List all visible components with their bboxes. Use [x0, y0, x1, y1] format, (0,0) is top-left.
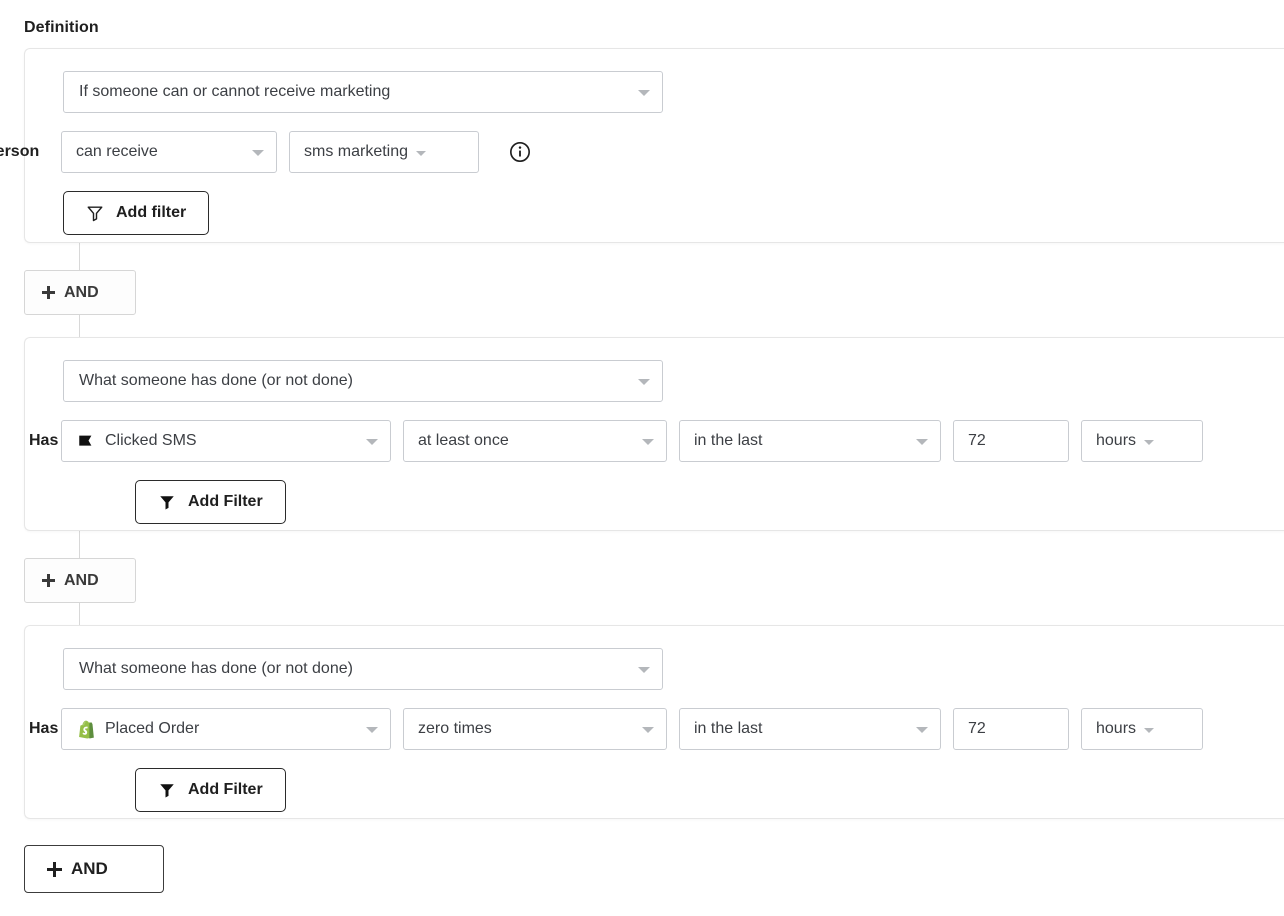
- chevron-down-icon: [916, 439, 928, 445]
- condition-block-marketing: If someone can or cannot receive marketi…: [0, 48, 1284, 243]
- duration-amount-value-2: 72: [968, 432, 986, 449]
- duration-unit-select-2[interactable]: hours: [1081, 420, 1203, 462]
- funnel-solid-icon: [160, 496, 174, 510]
- marketing-channel-value: sms marketing: [304, 143, 409, 160]
- timeframe-select-3[interactable]: in the last: [679, 708, 941, 750]
- condition-type-select-2[interactable]: What someone has done (or not done): [63, 360, 663, 402]
- event-select-clicked-sms[interactable]: Clicked SMS: [61, 420, 391, 462]
- duration-amount-value-3: 72: [968, 720, 986, 737]
- marketing-operator-value: can receive: [76, 143, 158, 160]
- chevron-down-icon: [638, 667, 650, 673]
- condition-type-select-1[interactable]: If someone can or cannot receive marketi…: [63, 71, 663, 113]
- chevron-down-icon: [1144, 439, 1155, 445]
- add-filter-button-1[interactable]: Add filter: [63, 191, 210, 235]
- marketing-channel-select[interactable]: sms marketing: [289, 131, 479, 173]
- add-and-group-label: AND: [71, 859, 108, 878]
- chevron-down-icon: [416, 150, 427, 156]
- chevron-down-icon: [642, 439, 654, 445]
- condition-type-value-1: If someone can or cannot receive marketi…: [79, 83, 391, 100]
- chevron-down-icon: [1144, 727, 1155, 733]
- add-and-connector-label-1: AND: [64, 283, 99, 301]
- timeframe-value-2: in the last: [694, 432, 763, 449]
- chevron-down-icon: [642, 727, 654, 733]
- add-filter-label-3: Add Filter: [188, 781, 263, 798]
- frequency-value-3: zero times: [418, 720, 492, 737]
- chevron-down-icon: [252, 150, 264, 156]
- frequency-value-2: at least once: [418, 432, 509, 449]
- condition-block-placed-order: What someone has done (or not done) Has: [24, 625, 1284, 819]
- criteria-row-1: Person can receive sms marketing: [0, 131, 1284, 173]
- event-value-placed-order: Placed Order: [105, 720, 200, 737]
- duration-unit-value-2: hours: [1096, 432, 1137, 449]
- event-value-clicked-sms: Clicked SMS: [105, 432, 197, 449]
- plus-icon: [42, 286, 55, 299]
- add-and-connector-label-2: AND: [64, 571, 99, 589]
- plus-icon: [47, 861, 62, 877]
- duration-unit-value-3: hours: [1096, 720, 1137, 737]
- marketing-operator-select[interactable]: can receive: [61, 131, 277, 173]
- info-icon[interactable]: [509, 141, 531, 163]
- chevron-down-icon: [916, 727, 928, 733]
- duration-unit-select-3[interactable]: hours: [1081, 708, 1203, 750]
- criteria-row-3: Has Placed Order zero times in the last …: [29, 708, 1284, 750]
- frequency-select-3[interactable]: zero times: [403, 708, 667, 750]
- add-filter-label-2: Add Filter: [188, 493, 263, 510]
- condition-block-clicked-sms: What someone has done (or not done) Has …: [24, 337, 1284, 531]
- add-and-connector-1[interactable]: AND: [24, 270, 136, 315]
- event-select-placed-order[interactable]: Placed Order: [61, 708, 391, 750]
- chevron-down-icon: [638, 90, 650, 96]
- funnel-solid-icon: [160, 784, 174, 798]
- segment-definition-builder: Definition If someone can or cannot rece…: [0, 0, 1284, 916]
- timeframe-value-3: in the last: [694, 720, 763, 737]
- sms-flag-icon: [76, 431, 96, 451]
- add-filter-button-3[interactable]: Add Filter: [135, 768, 286, 812]
- frequency-select-2[interactable]: at least once: [403, 420, 667, 462]
- condition-type-value-2: What someone has done (or not done): [79, 372, 353, 389]
- page-title: Definition: [24, 19, 99, 36]
- add-and-connector-2[interactable]: AND: [24, 558, 136, 603]
- chevron-down-icon: [638, 379, 650, 385]
- add-and-group-button[interactable]: AND: [24, 845, 164, 893]
- funnel-outline-icon: [87, 206, 103, 222]
- condition-type-value-3: What someone has done (or not done): [79, 660, 353, 677]
- duration-amount-input-2[interactable]: 72: [953, 420, 1069, 462]
- add-filter-label-1: Add filter: [116, 204, 187, 221]
- condition-type-select-3[interactable]: What someone has done (or not done): [63, 648, 663, 690]
- timeframe-select-2[interactable]: in the last: [679, 420, 941, 462]
- plus-icon: [42, 574, 55, 587]
- chevron-down-icon: [366, 727, 378, 733]
- shopify-icon: [76, 719, 96, 739]
- duration-amount-input-3[interactable]: 72: [953, 708, 1069, 750]
- criteria-row-2: Has Clicked SMS at least once in the las…: [29, 420, 1284, 462]
- chevron-down-icon: [366, 439, 378, 445]
- add-filter-button-2[interactable]: Add Filter: [135, 480, 286, 524]
